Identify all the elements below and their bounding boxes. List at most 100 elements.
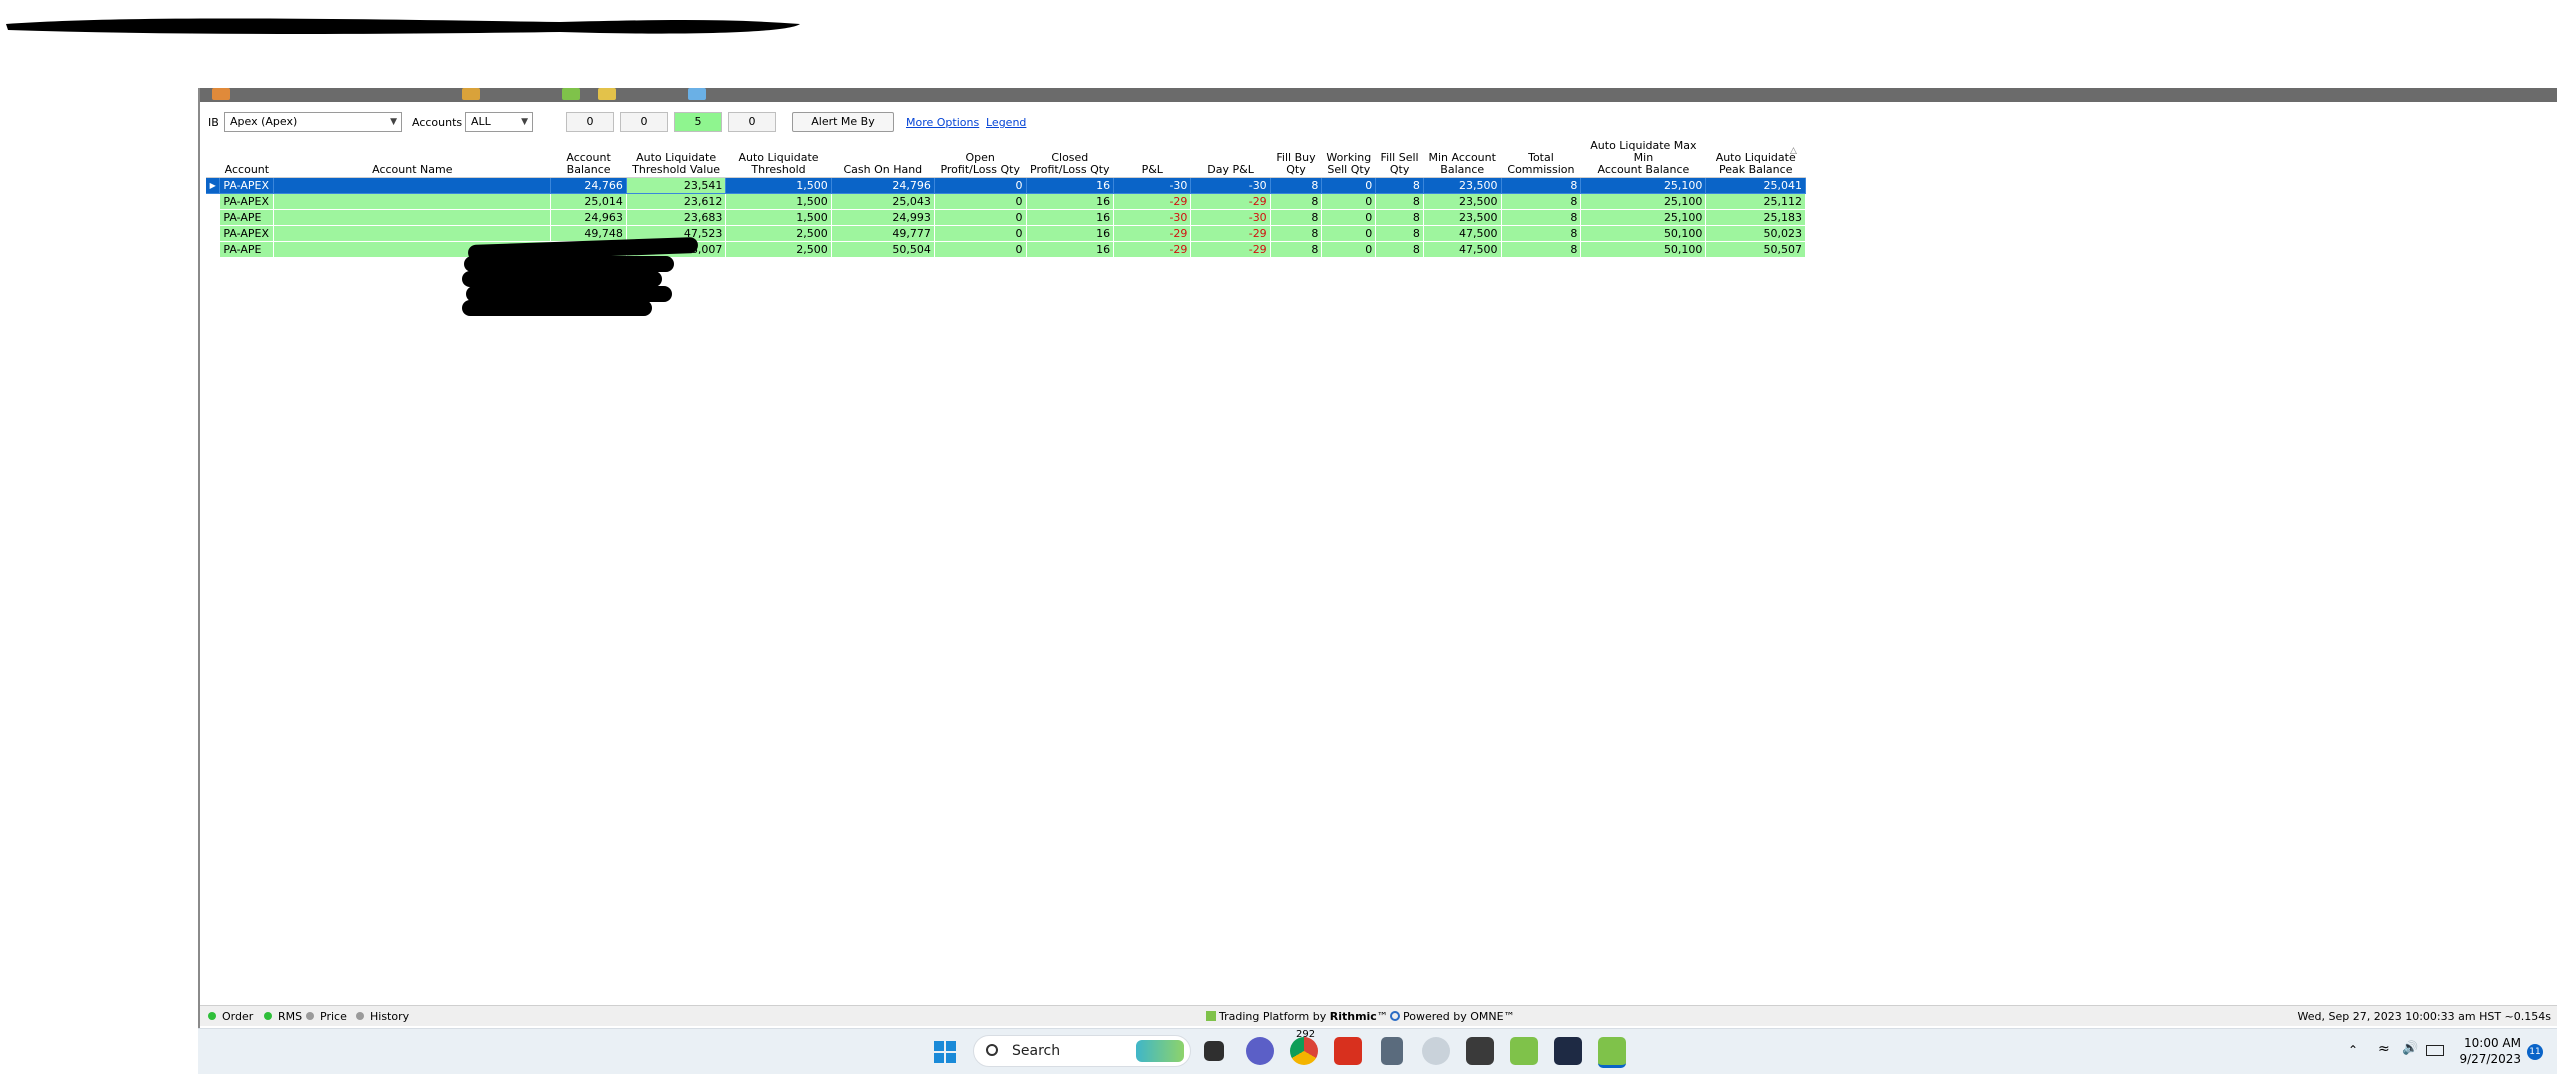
- table-cell[interactable]: -30: [1113, 209, 1192, 226]
- table-cell[interactable]: 1,500: [725, 177, 832, 194]
- table-cell[interactable]: 24,766: [550, 177, 627, 194]
- table-cell[interactable]: 25,014: [550, 193, 627, 210]
- more-options-link[interactable]: More Options: [906, 116, 979, 129]
- column-header[interactable]: Total Commission: [1501, 140, 1581, 178]
- task-view-icon[interactable]: [1204, 1041, 1224, 1061]
- table-cell[interactable]: 23,500: [1423, 193, 1502, 210]
- column-header[interactable]: Auto Liquidate Max Min Account Balance: [1580, 140, 1706, 178]
- table-cell[interactable]: 0: [934, 177, 1027, 194]
- table-cell[interactable]: 8: [1375, 177, 1424, 194]
- table-cell[interactable]: 23,683: [626, 209, 727, 226]
- taskbar-search-input[interactable]: Search: [973, 1035, 1191, 1067]
- notification-badge[interactable]: 11: [2527, 1044, 2543, 1060]
- table-cell[interactable]: 16: [1026, 193, 1115, 210]
- table-cell[interactable]: 0: [1321, 177, 1377, 194]
- column-header[interactable]: Day P&L: [1190, 140, 1271, 178]
- table-cell[interactable]: 2,500: [725, 241, 832, 258]
- table-cell[interactable]: 2,500: [725, 225, 832, 242]
- table-cell[interactable]: 25,100: [1580, 177, 1707, 194]
- table-cell[interactable]: -30: [1113, 177, 1192, 194]
- counter-box-4[interactable]: 0: [728, 112, 776, 132]
- table-cell[interactable]: PA-APE: [219, 209, 275, 226]
- column-header[interactable]: Account Name: [273, 140, 551, 178]
- battery-icon[interactable]: [2426, 1045, 2444, 1056]
- toolbar-icon-4[interactable]: [688, 88, 706, 100]
- table-cell[interactable]: -29: [1190, 225, 1271, 242]
- table-cell[interactable]: 8: [1270, 241, 1323, 258]
- table-cell[interactable]: 8: [1375, 193, 1424, 210]
- table-cell[interactable]: 50,100: [1580, 225, 1707, 242]
- table-cell[interactable]: 50,100: [1580, 241, 1707, 258]
- table-cell[interactable]: 0: [1321, 209, 1377, 226]
- ib-select[interactable]: Apex (Apex) ▼: [224, 112, 402, 132]
- table-cell[interactable]: 25,100: [1580, 209, 1707, 226]
- taskbar-clock[interactable]: 10:00 AM 9/27/2023: [2459, 1035, 2521, 1067]
- table-cell[interactable]: 16: [1026, 225, 1115, 242]
- table-cell[interactable]: 0: [1321, 241, 1377, 258]
- table-cell[interactable]: 16: [1026, 209, 1115, 226]
- column-header[interactable]: Fill Sell Qty: [1375, 140, 1424, 178]
- table-cell[interactable]: 16: [1026, 241, 1115, 258]
- table-cell[interactable]: 8: [1501, 177, 1582, 194]
- app-icon[interactable]: [212, 88, 230, 100]
- clock-app-icon[interactable]: [1466, 1037, 1494, 1065]
- table-cell[interactable]: -29: [1113, 193, 1192, 210]
- table-row[interactable]: PA-APEX 25,014 23,612 1,500 25,043 0 16 -29 -29 8…: [206, 193, 1806, 210]
- teams-icon[interactable]: [1246, 1037, 1274, 1065]
- column-header[interactable]: Fill Buy Qty: [1270, 140, 1322, 178]
- table-row[interactable]: ▶ PA-APEX 24,766 23,541 1,500 24,796 0 16 -30 -30…: [206, 177, 1806, 194]
- table-cell[interactable]: 24,796: [831, 177, 935, 194]
- table-cell[interactable]: 8: [1270, 177, 1323, 194]
- table-row[interactable]: PA-APEX 49,748 47,523 2,500 49,777 0 16 -29 -29 8…: [206, 225, 1806, 242]
- column-header[interactable]: Account Balance: [550, 140, 627, 178]
- table-cell[interactable]: 8: [1270, 225, 1323, 242]
- column-header[interactable]: Closed Profit/Loss Qty: [1026, 140, 1114, 178]
- table-cell[interactable]: 8: [1501, 209, 1582, 226]
- table-cell[interactable]: 8: [1270, 209, 1323, 226]
- table-cell[interactable]: 8: [1375, 209, 1424, 226]
- table-cell[interactable]: 23,541: [626, 177, 727, 194]
- status-price[interactable]: Price: [320, 1010, 347, 1023]
- wifi-icon[interactable]: ≈: [2378, 1041, 2390, 1057]
- table-cell[interactable]: 8: [1375, 241, 1424, 258]
- table-cell[interactable]: 1,500: [725, 209, 832, 226]
- chrome-icon[interactable]: 292: [1290, 1029, 1318, 1065]
- column-header[interactable]: Auto Liquidate Threshold: [725, 140, 832, 178]
- snipping-tool-icon[interactable]: [1422, 1037, 1450, 1065]
- legend-link[interactable]: Legend: [986, 116, 1026, 129]
- windows-start-icon[interactable]: [934, 1041, 956, 1063]
- rithmic-trader-icon[interactable]: [1510, 1037, 1538, 1065]
- table-cell[interactable]: [273, 193, 552, 210]
- table-cell[interactable]: 24,963: [550, 209, 627, 226]
- status-order[interactable]: Order: [222, 1010, 253, 1023]
- table-cell[interactable]: PA-APEX: [219, 177, 275, 194]
- table-cell[interactable]: 8: [1501, 225, 1582, 242]
- column-header[interactable]: P&L: [1113, 140, 1191, 178]
- column-header[interactable]: Cash On Hand: [831, 140, 935, 178]
- table-row[interactable]: PA-APE 24,963 23,683 1,500 24,993 0 16 -30 -30 8 0…: [206, 209, 1806, 226]
- table-cell[interactable]: PA-APEX: [219, 225, 275, 242]
- table-cell[interactable]: 47,500: [1423, 241, 1502, 258]
- sort-arrow-icon[interactable]: △: [1790, 146, 1797, 156]
- status-rms[interactable]: RMS: [278, 1010, 302, 1023]
- status-history[interactable]: History: [370, 1010, 409, 1023]
- table-cell[interactable]: 0: [934, 209, 1027, 226]
- table-cell[interactable]: 23,500: [1423, 177, 1502, 194]
- table-cell[interactable]: -29: [1113, 241, 1192, 258]
- column-header[interactable]: Account: [219, 140, 274, 178]
- toolbar-icon-3[interactable]: [598, 88, 616, 100]
- table-cell[interactable]: 1,500: [725, 193, 832, 210]
- table-cell[interactable]: 0: [934, 193, 1027, 210]
- table-cell[interactable]: 47,500: [1423, 225, 1502, 242]
- table-cell[interactable]: 16: [1026, 177, 1115, 194]
- table-cell[interactable]: 23,612: [626, 193, 727, 210]
- table-cell[interactable]: 8: [1375, 225, 1424, 242]
- table-cell[interactable]: -29: [1113, 225, 1192, 242]
- counter-box-2[interactable]: 0: [620, 112, 668, 132]
- table-cell[interactable]: -30: [1190, 209, 1271, 226]
- table-cell[interactable]: 49,777: [831, 225, 935, 242]
- counter-box-3[interactable]: 5: [674, 112, 722, 132]
- table-cell[interactable]: 8: [1270, 193, 1323, 210]
- table-cell[interactable]: 8: [1501, 241, 1582, 258]
- column-header[interactable]: Auto Liquidate Threshold Value: [626, 140, 726, 178]
